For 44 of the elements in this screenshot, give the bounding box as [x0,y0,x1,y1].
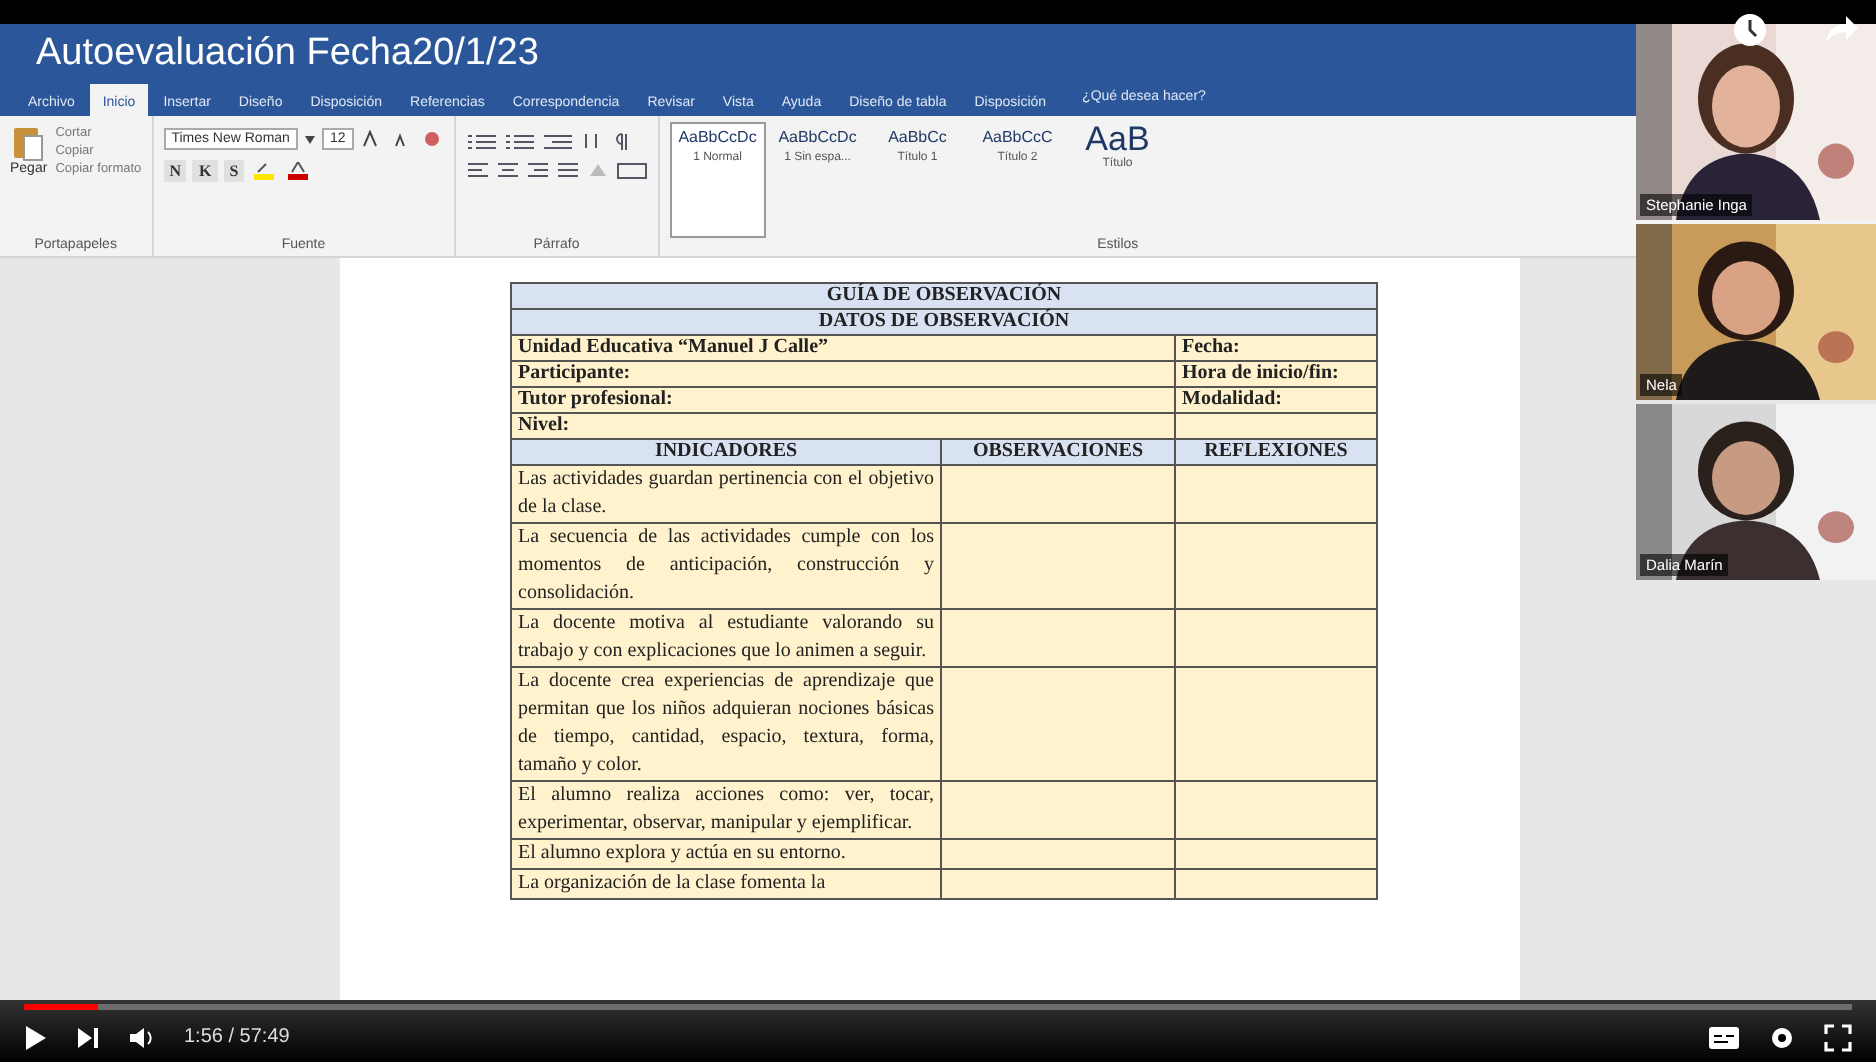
clipboard-icon [12,122,45,162]
table-cell: Modalidad: [1175,387,1378,413]
column-header: INDICADORES [511,439,941,465]
table-heading: DATOS DE OBSERVACIÓN [511,309,1378,335]
table-cell: Participante: [511,361,1175,387]
font-color-icon[interactable] [284,162,313,180]
document-title: Autoevaluación Fecha20/1/23 [36,32,539,76]
column-header: OBSERVACIONES [941,439,1175,465]
table-cell: Unidad Educativa “Manuel J Calle” [511,335,1175,361]
table-cell: La organización de la clase fomenta la [511,869,941,899]
numbering-icon[interactable] [503,132,536,150]
caret-icon[interactable] [303,130,316,148]
align-left-icon[interactable] [465,162,490,180]
clock-icon[interactable] [1732,12,1768,48]
highlight-icon[interactable] [250,162,279,180]
align-right-icon[interactable] [525,162,550,180]
table-cell: Tutor profesional: [511,387,1175,413]
table-cell: Las actividades guardan pertinencia con el objetivo de la clase. [511,465,941,523]
table-heading: GUÍA DE OBSERVACIÓN [511,283,1378,309]
table-cell: Fecha: [1175,335,1378,361]
table-cell: La docente crea experiencias de aprendizaje que permitan que los niños adquieran nociones básicas de tiempo, cantidad, espacio, textura, forma, tamaño y color. [511,667,941,781]
table-cell: El alumno realiza acciones como: ver, tocar, experimentar, observar, manipular y ejemplificar. [511,781,941,839]
play-icon[interactable] [24,1023,48,1051]
table-cell: La secuencia de las actividades cumple con los momentos de anticipación, construcción y consolidación. [511,523,941,609]
bullets-icon[interactable] [465,132,498,150]
share-icon[interactable] [1824,12,1860,44]
table-cell: La docente motiva al estudiante valorando su trabajo y con explicaciones que lo animen a seguir. [511,609,941,667]
volume-icon[interactable] [128,1025,156,1049]
table-cell: Nivel: [511,413,1175,439]
column-header: REFLEXIONES [1175,439,1378,465]
time-display: 1:56 / 57:49 [184,1026,290,1048]
table-cell: Hora de inicio/fin: [1175,361,1378,387]
settings-icon[interactable] [1768,1023,1796,1051]
indent-icon[interactable] [541,132,574,150]
format-button[interactable]: K [192,160,218,182]
justify-icon[interactable] [555,162,580,180]
align-center-icon[interactable] [495,162,520,180]
next-icon[interactable] [76,1025,100,1049]
table-cell: El alumno explora y actúa en su entorno. [511,839,941,869]
format-button[interactable]: S [223,160,245,182]
borders-icon[interactable] [615,162,648,180]
subtitles-icon[interactable] [1708,1025,1740,1049]
fullscreen-icon[interactable] [1824,1023,1852,1051]
format-button[interactable]: N [163,160,187,182]
